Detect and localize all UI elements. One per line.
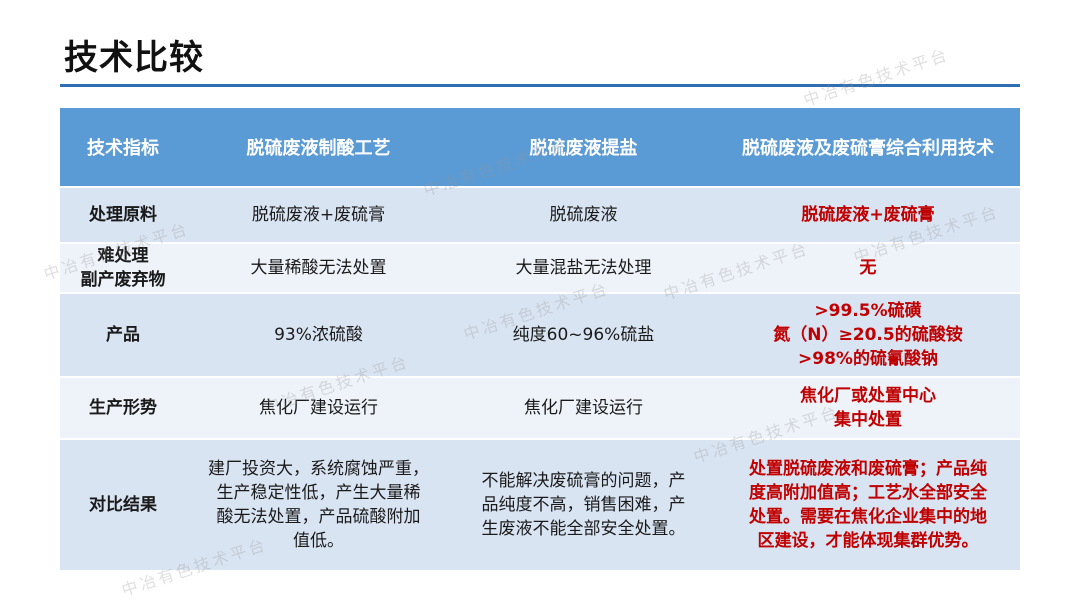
cell-salt-extraction: 纯度60~96%硫盐 xyxy=(451,293,716,378)
row-label: 生产形势 xyxy=(60,377,186,440)
cell-comprehensive-tech: 无 xyxy=(716,243,1020,294)
header-comprehensive-tech: 脱硫废液及废硫膏综合利用技术 xyxy=(716,108,1020,188)
cell-line: 大量稀酸无法处置 xyxy=(250,258,387,278)
cell-line: 度高附加值高；工艺水全部安全 xyxy=(749,483,987,503)
table-header-row: 技术指标 脱硫废液制酸工艺 脱硫废液提盐 脱硫废液及废硫膏综合利用技术 xyxy=(60,108,1020,188)
comparison-table: 技术指标 脱硫废液制酸工艺 脱硫废液提盐 脱硫废液及废硫膏综合利用技术 处理原料… xyxy=(60,108,1020,572)
cell-line: 焦化厂建设运行 xyxy=(524,398,643,418)
label-line: 处理原料 xyxy=(89,205,157,225)
cell-line: 脱硫废液 xyxy=(549,205,618,225)
label-line: 生产形势 xyxy=(89,398,157,418)
cell-line: 不能解决废硫膏的问题，产 xyxy=(481,471,686,491)
cell-acid-process: 93%浓硫酸 xyxy=(186,293,451,378)
table-row: 难处理 副产废弃物 大量稀酸无法处置 大量混盐无法处理 无 xyxy=(60,243,1020,294)
cell-comprehensive-tech: 脱硫废液+废硫膏 xyxy=(716,187,1020,244)
cell-line: 集中处置 xyxy=(834,410,902,430)
label-line: 产品 xyxy=(106,325,140,345)
cell-acid-process: 建厂投资大，系统腐蚀严重， 生产稳定性低，产生大量稀 酸无法处置，产品硫酸附加 … xyxy=(186,439,451,572)
table-row: 产品 93%浓硫酸 纯度60~96%硫盐 >99.5%硫磺 氮（N）≥20.5的… xyxy=(60,293,1020,378)
table-row: 生产形势 焦化厂建设运行 焦化厂建设运行 焦化厂或处置中心 集中处置 xyxy=(60,377,1020,440)
cell-line: >99.5%硫磺 xyxy=(814,301,922,321)
table-row: 对比结果 建厂投资大，系统腐蚀严重， 生产稳定性低，产生大量稀 酸无法处置，产品… xyxy=(60,439,1020,572)
cell-line: 焦化厂或处置中心 xyxy=(800,386,936,406)
cell-line: 氮（N）≥20.5的硫酸铵 xyxy=(773,325,963,345)
cell-salt-extraction: 脱硫废液 xyxy=(451,187,716,244)
cell-comprehensive-tech: >99.5%硫磺 氮（N）≥20.5的硫酸铵 >98%的硫氰酸钠 xyxy=(716,293,1020,378)
cell-line: 93%浓硫酸 xyxy=(274,325,363,345)
cell-acid-process: 焦化厂建设运行 xyxy=(186,377,451,440)
cell-line: 处置脱硫废液和废硫膏；产品纯 xyxy=(749,459,987,479)
row-label: 处理原料 xyxy=(60,187,186,244)
row-label: 对比结果 xyxy=(60,439,186,572)
title-underline xyxy=(60,84,1020,87)
cell-line: 建厂投资大，系统腐蚀严重， xyxy=(208,459,429,479)
cell-salt-extraction: 大量混盐无法处理 xyxy=(451,243,716,294)
cell-salt-extraction: 不能解决废硫膏的问题，产 品纯度不高，销售困难，产 生废液不能全部安全处置。 xyxy=(451,439,716,572)
cell-line: >98%的硫氰酸钠 xyxy=(798,349,938,369)
cell-line: 大量混盐无法处理 xyxy=(515,258,652,278)
table-row: 处理原料 脱硫废液+废硫膏 脱硫废液 脱硫废液+废硫膏 xyxy=(60,187,1020,244)
watermark: 中冶有色技术平台 xyxy=(801,44,952,110)
cell-line: 品纯度不高，销售困难，产 xyxy=(481,495,686,515)
cell-line: 生产稳定性低，产生大量稀 xyxy=(216,483,421,503)
cell-line: 脱硫废液+废硫膏 xyxy=(801,205,935,225)
cell-line: 处置。需要在焦化企业集中的地 xyxy=(749,507,987,527)
label-line: 难处理 xyxy=(97,246,149,266)
header-acid-process: 脱硫废液制酸工艺 xyxy=(186,108,451,188)
cell-salt-extraction: 焦化厂建设运行 xyxy=(451,377,716,440)
cell-comprehensive-tech: 处置脱硫废液和废硫膏；产品纯 度高附加值高；工艺水全部安全 处置。需要在焦化企业… xyxy=(716,439,1020,572)
cell-line: 纯度60~96%硫盐 xyxy=(512,325,655,345)
label-line: 副产废弃物 xyxy=(80,270,166,290)
row-label: 难处理 副产废弃物 xyxy=(60,243,186,294)
row-label: 产品 xyxy=(60,293,186,378)
label-line: 对比结果 xyxy=(89,495,157,515)
cell-comprehensive-tech: 焦化厂或处置中心 集中处置 xyxy=(716,377,1020,440)
cell-acid-process: 脱硫废液+废硫膏 xyxy=(186,187,451,244)
cell-line: 值低。 xyxy=(293,531,344,551)
cell-acid-process: 大量稀酸无法处置 xyxy=(186,243,451,294)
cell-line: 酸无法处置，产品硫酸附加 xyxy=(216,507,421,527)
cell-line: 生废液不能全部安全处置。 xyxy=(481,519,686,539)
cell-line: 无 xyxy=(859,258,877,278)
cell-line: 区建设，才能体现集群优势。 xyxy=(757,531,979,551)
header-indicator: 技术指标 xyxy=(60,108,186,188)
cell-line: 焦化厂建设运行 xyxy=(259,398,378,418)
cell-line: 脱硫废液+废硫膏 xyxy=(251,205,386,225)
page-title: 技术比较 xyxy=(64,38,204,78)
header-salt-extraction: 脱硫废液提盐 xyxy=(451,108,716,188)
